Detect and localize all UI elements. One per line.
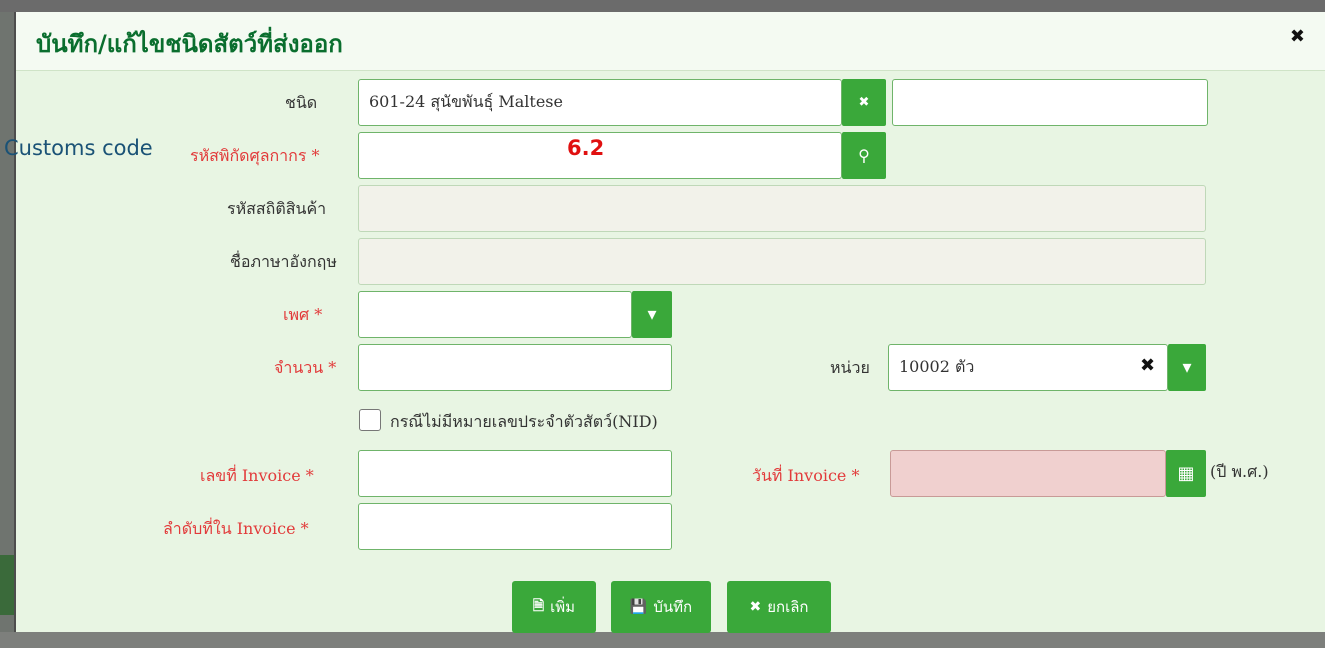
cancel-button-label: ยกเลิก [767, 598, 809, 616]
invoice-no-label: เลขที่ Invoice * [200, 466, 314, 485]
close-icon[interactable]: ✖ [1290, 26, 1305, 47]
annotation-step-number: 6.2 [567, 136, 605, 160]
unit-select[interactable]: 10002 ตัว [888, 344, 1168, 391]
quantity-label: จำนวน * [274, 358, 337, 377]
save-button[interactable]: 💾 บันทึก [611, 581, 711, 633]
invoice-date-picker-button[interactable]: ▦ [1166, 450, 1206, 497]
unit-dropdown-button[interactable]: ▾ [1168, 344, 1206, 391]
chevron-down-icon: ▾ [647, 304, 657, 325]
stat-code-label: รหัสสถิติสินค้า [227, 199, 327, 218]
backdrop-top-strip [0, 0, 1325, 12]
search-customs-code-button[interactable]: ⚲ [842, 132, 886, 179]
dialog-title: บันทึก/แก้ไขชนิดสัตว์ที่ส่งออก [36, 30, 343, 58]
sex-select[interactable] [358, 291, 632, 338]
sex-dropdown-button[interactable]: ▾ [632, 291, 672, 338]
dialog-header: บันทึก/แก้ไขชนิดสัตว์ที่ส่งออก ✖ [16, 12, 1325, 71]
backdrop-bottom-strip [0, 632, 1325, 648]
no-nid-label: กรณีไม่มีหมายเลขประจำตัวสัตว์(NID) [390, 412, 658, 431]
stat-code-field [358, 185, 1206, 232]
customs-code-label: รหัสพิกัดศุลกากร * [190, 146, 320, 165]
invoice-no-field[interactable] [358, 450, 672, 497]
quantity-field[interactable] [358, 344, 672, 391]
invoice-seq-label: ลำดับที่ใน Invoice * [163, 519, 309, 538]
unit-label: หน่วย [830, 358, 870, 377]
type-label: ชนิด [285, 93, 318, 112]
english-name-field [358, 238, 1206, 285]
clear-unit-icon[interactable]: ✖ [1140, 355, 1155, 376]
annotation-english-label: Customs code [4, 136, 153, 160]
save-button-label: บันทึก [653, 598, 693, 616]
calendar-icon: ▦ [1177, 463, 1195, 484]
search-icon: ⚲ [858, 146, 870, 165]
save-disk-icon: 💾 [629, 599, 648, 615]
add-button[interactable]: 🗎 เพิ่ม [512, 581, 596, 633]
cancel-button[interactable]: ✖ ยกเลิก [727, 581, 831, 633]
document-icon: 🗎 [532, 598, 545, 614]
clear-type-button[interactable]: ✖ [842, 79, 886, 126]
sex-label: เพศ * [283, 305, 323, 324]
invoice-date-label: วันที่ Invoice * [752, 466, 860, 485]
chevron-down-icon: ▾ [1182, 357, 1192, 378]
invoice-seq-field[interactable] [358, 503, 672, 550]
invoice-date-suffix: (ปี พ.ศ.) [1210, 462, 1269, 481]
type-extra-field[interactable] [892, 79, 1208, 126]
close-icon: ✖ [749, 599, 762, 615]
add-button-label: เพิ่ม [550, 598, 576, 616]
backdrop-left-strip [0, 12, 14, 648]
backdrop-green-block [0, 555, 14, 615]
invoice-date-field[interactable] [890, 450, 1166, 497]
type-field[interactable]: 601-24 สุนัขพันธุ์ Maltese [358, 79, 842, 126]
no-nid-checkbox[interactable] [359, 409, 381, 431]
clear-icon: ✖ [858, 95, 870, 110]
english-name-label: ชื่อภาษาอังกฤษ [230, 252, 337, 271]
